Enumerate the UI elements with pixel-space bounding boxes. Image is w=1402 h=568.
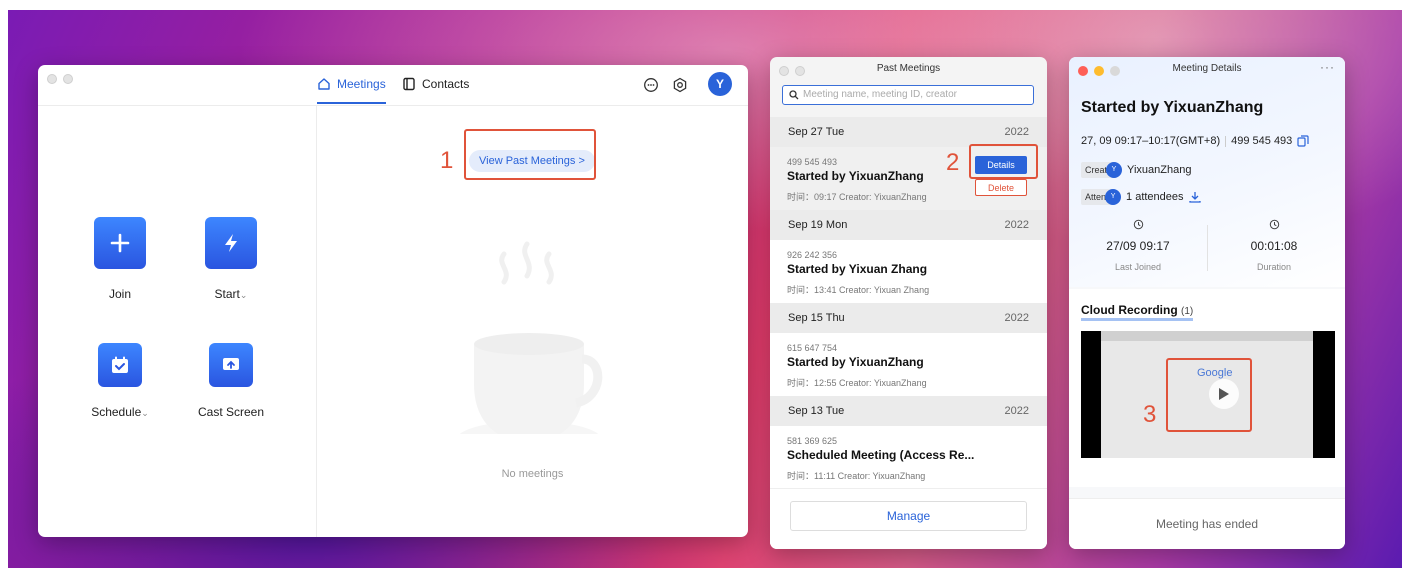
tab-active-underline xyxy=(317,102,386,104)
creator-avatar: Y xyxy=(1106,162,1123,178)
meeting-details-window: Meeting Details ··· Started by YixuanZha… xyxy=(1069,57,1345,549)
meeting-meta: 时间：09:17 Creator: YixuanZhang xyxy=(787,192,927,202)
list-item[interactable]: 581 369 625 Scheduled Meeting (Access Re… xyxy=(770,426,1047,489)
contacts-book-icon xyxy=(403,77,415,91)
annotation-box-1 xyxy=(464,129,596,180)
meeting-time: 27, 09 09:17–10:17(GMT+8) xyxy=(1081,135,1221,147)
search-input[interactable]: Meeting name, meeting ID, creator xyxy=(782,85,1034,105)
settings-gear-icon[interactable] xyxy=(672,77,688,93)
tab-contacts-label: Contacts xyxy=(422,77,470,91)
search-icon xyxy=(789,90,799,100)
meeting-heading: Started by YixuanZhang xyxy=(1081,99,1264,116)
main-window: Meetings Contacts Y Join Start⌄ Schedule… xyxy=(38,65,748,537)
close-button[interactable] xyxy=(47,74,57,84)
quick-actions-pane: Join Start⌄ Schedule⌄ Cast Screen xyxy=(38,106,317,537)
search-placeholder: Meeting name, meeting ID, creator xyxy=(803,89,957,100)
join-label: Join xyxy=(108,287,131,301)
date-header: Sep 15 Thu 2022 xyxy=(770,303,1047,333)
cast-screen-icon xyxy=(223,358,239,370)
join-action[interactable]: Join xyxy=(80,217,160,301)
main-topbar: Meetings Contacts Y xyxy=(38,65,748,106)
cloud-recording-panel: Cloud Recording (1) Google 3 xyxy=(1069,289,1345,487)
annotation-number-3: 3 xyxy=(1143,401,1157,428)
download-icon[interactable] xyxy=(1188,191,1201,203)
creator-name: YixuanZhang xyxy=(1127,164,1192,176)
start-action[interactable]: Start⌄ xyxy=(191,217,271,301)
home-icon xyxy=(318,78,330,90)
meeting-title: Started by Yixuan Zhang xyxy=(787,262,928,276)
copy-icon[interactable] xyxy=(1297,135,1309,147)
tab-contacts[interactable]: Contacts xyxy=(402,77,469,91)
separator xyxy=(1225,135,1227,147)
date-header: Sep 19 Mon 2022 xyxy=(770,210,1047,240)
delete-button[interactable]: Delete xyxy=(975,179,1027,196)
meeting-meta: 时间：13:41 Creator: Yixuan Zhang xyxy=(787,285,930,295)
tab-meetings-label: Meetings xyxy=(337,77,386,91)
plus-icon xyxy=(110,233,130,253)
window-controls xyxy=(47,74,73,84)
past-meetings-window: Past Meetings Meeting name, meeting ID, … xyxy=(770,57,1047,549)
meeting-title: Scheduled Meeting (Access Re... xyxy=(787,448,975,462)
meeting-id: 499 545 493 xyxy=(1231,135,1293,147)
last-joined-stat: 27/09 09:17 Last Joined xyxy=(1073,217,1203,272)
meeting-ended-status: Meeting has ended xyxy=(1069,498,1345,549)
manage-footer: Manage xyxy=(770,488,1047,549)
duration-stat: 00:01:08 Duration xyxy=(1209,217,1339,272)
meeting-meta: 时间：11:11 Creator: YixuanZhang xyxy=(787,471,926,481)
schedule-action[interactable]: Schedule⌄ xyxy=(80,343,160,419)
annotation-number-1: 1 xyxy=(440,147,454,174)
creator-row: Creato Y YixuanZhang xyxy=(1081,162,1191,178)
lightning-icon xyxy=(225,234,237,252)
manage-button[interactable]: Manage xyxy=(790,501,1027,531)
title-underline xyxy=(1081,318,1194,321)
list-item[interactable]: 499 545 493 Started by YixuanZhang 时间：09… xyxy=(770,144,1047,210)
history-icon xyxy=(1133,219,1143,230)
stats-divider xyxy=(1207,225,1208,271)
clock-icon xyxy=(1269,219,1279,230)
start-tile[interactable] xyxy=(205,217,257,269)
annotation-number-2: 2 xyxy=(946,149,960,176)
recording-thumbnail[interactable]: Google 3 xyxy=(1081,331,1335,458)
annotation-box-2 xyxy=(969,144,1038,179)
meeting-list: Sep 27 Tue 2022 499 545 493 Started by Yi… xyxy=(770,117,1047,489)
cast-screen-label: Cast Screen xyxy=(197,405,265,419)
attendees-row[interactable]: Attend Y 1 attendees xyxy=(1081,189,1201,205)
chat-icon[interactable] xyxy=(643,77,659,93)
meeting-title: Started by YixuanZhang xyxy=(787,169,924,183)
browser-bar xyxy=(1101,331,1313,341)
calendar-check-icon xyxy=(112,356,128,373)
join-tile[interactable] xyxy=(94,217,146,269)
meeting-id: 615 647 754 xyxy=(787,343,838,353)
window-title: Past Meetings xyxy=(876,63,941,74)
date-header: Sep 13 Tue 2022 xyxy=(770,396,1047,426)
cast-screen-action[interactable]: Cast Screen xyxy=(191,343,271,419)
coffee-cup-icon xyxy=(459,241,603,434)
cast-screen-tile[interactable] xyxy=(209,343,253,387)
meetings-pane: View Past Meetings > 1 No meetings xyxy=(317,106,748,537)
cloud-recording-title: Cloud Recording (1) xyxy=(1081,303,1194,321)
user-avatar[interactable]: Y xyxy=(708,72,732,96)
schedule-tile[interactable] xyxy=(98,343,142,387)
meeting-meta: 时间：12:55 Creator: YixuanZhang xyxy=(787,378,927,388)
meeting-id: 581 369 625 xyxy=(787,436,838,446)
list-item[interactable]: 926 242 356 Started by Yixuan Zhang 时间：1… xyxy=(770,240,1047,303)
meeting-time-row: 27, 09 09:17–10:17(GMT+8) 499 545 493 xyxy=(1081,135,1309,147)
meeting-title: Started by YixuanZhang xyxy=(787,355,924,369)
more-options-icon[interactable]: ··· xyxy=(1320,60,1335,74)
minimize-button[interactable] xyxy=(63,74,73,84)
tab-meetings[interactable]: Meetings xyxy=(317,77,386,104)
annotation-box-3 xyxy=(1166,358,1252,432)
window-title: Meeting Details xyxy=(1172,63,1242,74)
attendee-avatar: Y xyxy=(1105,189,1122,205)
meeting-id: 499 545 493 xyxy=(787,157,838,167)
list-item[interactable]: 615 647 754 Started by YixuanZhang 时间：12… xyxy=(770,333,1047,396)
attendees-count: 1 attendees xyxy=(1126,191,1184,203)
chevron-down-icon[interactable]: ⌄ xyxy=(141,408,149,418)
date-header: Sep 27 Tue 2022 xyxy=(770,117,1047,147)
empty-state-text: No meetings xyxy=(501,468,564,480)
meeting-id: 926 242 356 xyxy=(787,250,838,260)
chevron-down-icon[interactable]: ⌄ xyxy=(240,290,248,300)
schedule-label: Schedule⌄ xyxy=(91,405,149,419)
start-label: Start⌄ xyxy=(214,287,248,301)
